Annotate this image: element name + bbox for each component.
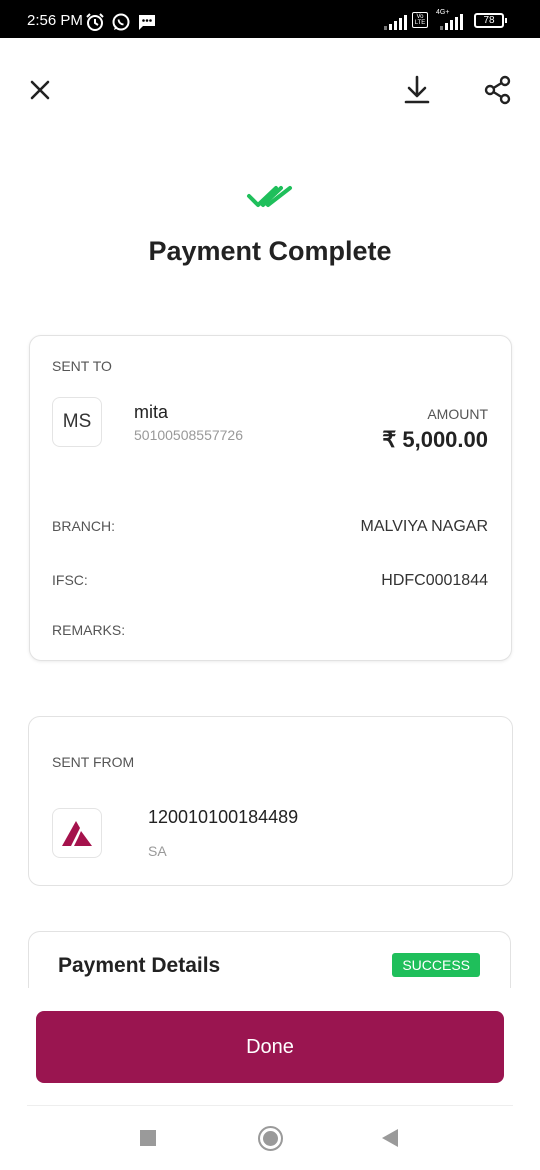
download-icon (404, 75, 430, 104)
back-icon[interactable] (382, 1129, 398, 1147)
recents-icon[interactable] (140, 1130, 156, 1146)
close-icon (30, 80, 50, 100)
share-button[interactable] (482, 74, 514, 106)
close-button[interactable] (24, 74, 56, 106)
status-badge: SUCCESS (392, 953, 480, 977)
page-title: Payment Complete (148, 236, 392, 266)
amount-value: ₹ 5,000.00 (382, 427, 488, 452)
axis-bank-icon (62, 821, 92, 846)
ifsc-label: IFSC: (52, 572, 88, 588)
axis-bank-logo (52, 808, 102, 858)
whatsapp-icon (112, 13, 130, 31)
status-bar: 2:56 PM Vo LTE 4G+ 78 (0, 0, 540, 38)
source-account-number: 120010100184489 (148, 807, 299, 827)
alarm-icon (86, 13, 104, 31)
remarks-label: REMARKS: (52, 622, 126, 638)
battery-icon: 78 (474, 13, 507, 28)
payment-details-title: Payment Details (58, 954, 221, 977)
sent-to-label: SENT TO (52, 358, 112, 374)
signal-icon (384, 15, 407, 30)
done-button[interactable]: Done (36, 1011, 504, 1083)
download-button[interactable] (401, 74, 433, 106)
signal-icon-2 (440, 14, 463, 30)
payee-name: mita (134, 402, 169, 422)
ifsc-value: HDFC0001844 (381, 572, 488, 589)
volte-icon: Vo LTE (412, 12, 428, 28)
amount-label: AMOUNT (427, 406, 488, 422)
branch-label: BRANCH: (52, 518, 116, 534)
sent-from-label: SENT FROM (52, 754, 135, 770)
payee-account: 50100508557726 (134, 427, 244, 443)
double-check-icon (247, 186, 292, 207)
avatar: MS (52, 397, 102, 447)
share-icon (484, 75, 511, 105)
status-time: 2:56 PM (27, 12, 83, 29)
home-icon[interactable] (258, 1126, 283, 1151)
divider (27, 1105, 513, 1106)
sent-to-card: SENT TO MS mita 50100508557726 AMOUNT ₹ … (29, 335, 512, 661)
sent-from-card: SENT FROM 120010100184489 SA (28, 716, 513, 886)
system-nav-bar (0, 1112, 540, 1170)
message-icon (139, 15, 155, 30)
branch-value: MALVIYA NAGAR (360, 518, 488, 535)
source-account-type: SA (148, 843, 167, 859)
